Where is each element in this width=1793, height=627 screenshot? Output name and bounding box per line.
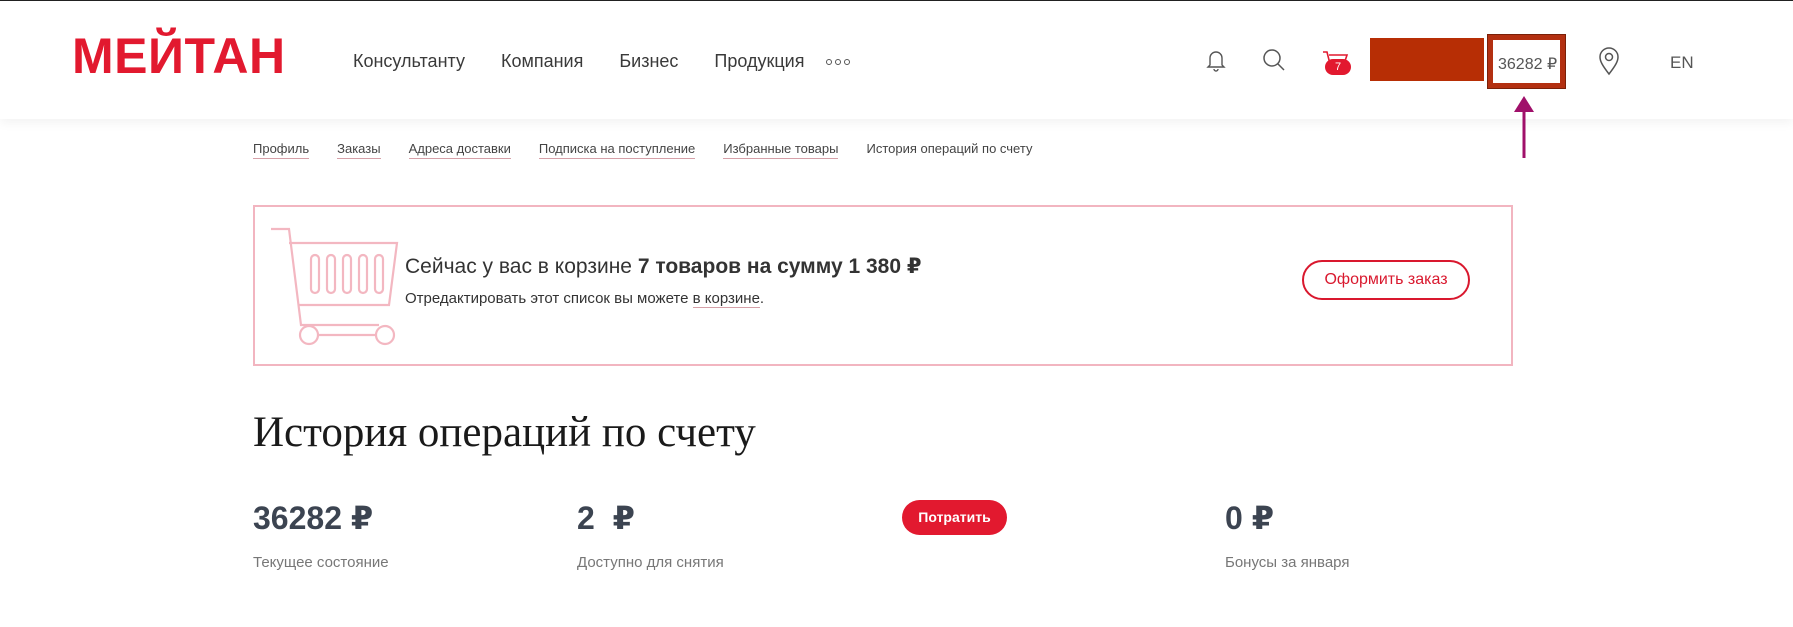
account-balance[interactable]: 36282 ₽ xyxy=(1487,34,1566,89)
cart-summary-amount: 7 товаров на сумму 1 380 ₽ xyxy=(637,255,922,278)
tab-subscription[interactable]: Подписка на поступление xyxy=(538,141,696,159)
logo[interactable]: МЕЙТАН xyxy=(72,31,286,81)
nav-item-products[interactable]: Продукция xyxy=(714,51,804,72)
nav-item-consultant[interactable]: Консультанту xyxy=(353,51,465,72)
more-dots-icon[interactable] xyxy=(826,52,853,68)
checkout-button[interactable]: Оформить заказ xyxy=(1302,260,1470,300)
location-pin-icon[interactable] xyxy=(1597,46,1621,76)
tab-profile[interactable]: Профиль xyxy=(253,141,310,159)
search-icon[interactable] xyxy=(1261,47,1287,73)
redacted-user-name[interactable] xyxy=(1370,38,1484,81)
language-switch[interactable]: EN xyxy=(1670,53,1694,73)
cart-edit-hint: Отредактировать этот список вы можете в … xyxy=(405,290,765,308)
stat-current-balance: 36282 ₽ Текущее состояние xyxy=(253,500,389,571)
cart-count-badge: 7 xyxy=(1325,59,1351,75)
cart-link[interactable]: в корзине xyxy=(692,290,760,308)
stat-bonuses: 0 ₽ Бонусы за января xyxy=(1225,500,1350,571)
cart-banner: Сейчас у вас в корзине 7 товаров на сумм… xyxy=(253,205,1513,366)
main-nav: Консультанту Компания Бизнес Продукция xyxy=(353,51,804,72)
nav-item-business[interactable]: Бизнес xyxy=(619,51,678,72)
nav-item-company[interactable]: Компания xyxy=(501,51,583,72)
cart-summary: Сейчас у вас в корзине 7 товаров на сумм… xyxy=(405,255,922,278)
cart-illustration-icon xyxy=(271,227,399,346)
balance-value: 36282 ₽ xyxy=(1498,56,1558,73)
tab-delivery-addresses[interactable]: Адреса доставки xyxy=(408,141,511,159)
annotation-arrow-icon xyxy=(1514,96,1534,158)
tab-orders[interactable]: Заказы xyxy=(337,141,381,159)
bell-icon[interactable] xyxy=(1203,47,1229,73)
page-title: История операций по счету xyxy=(253,409,756,456)
tab-account-history-current: История операций по счету xyxy=(866,141,1033,156)
tab-favorites[interactable]: Избранные товары xyxy=(723,141,839,159)
breadcrumb: Профиль Заказы Адреса доставки Подписка … xyxy=(253,141,1032,159)
spend-button[interactable]: Потратить xyxy=(902,500,1007,535)
stat-available-withdrawal: 2 ₽ Доступно для снятия xyxy=(577,500,724,571)
